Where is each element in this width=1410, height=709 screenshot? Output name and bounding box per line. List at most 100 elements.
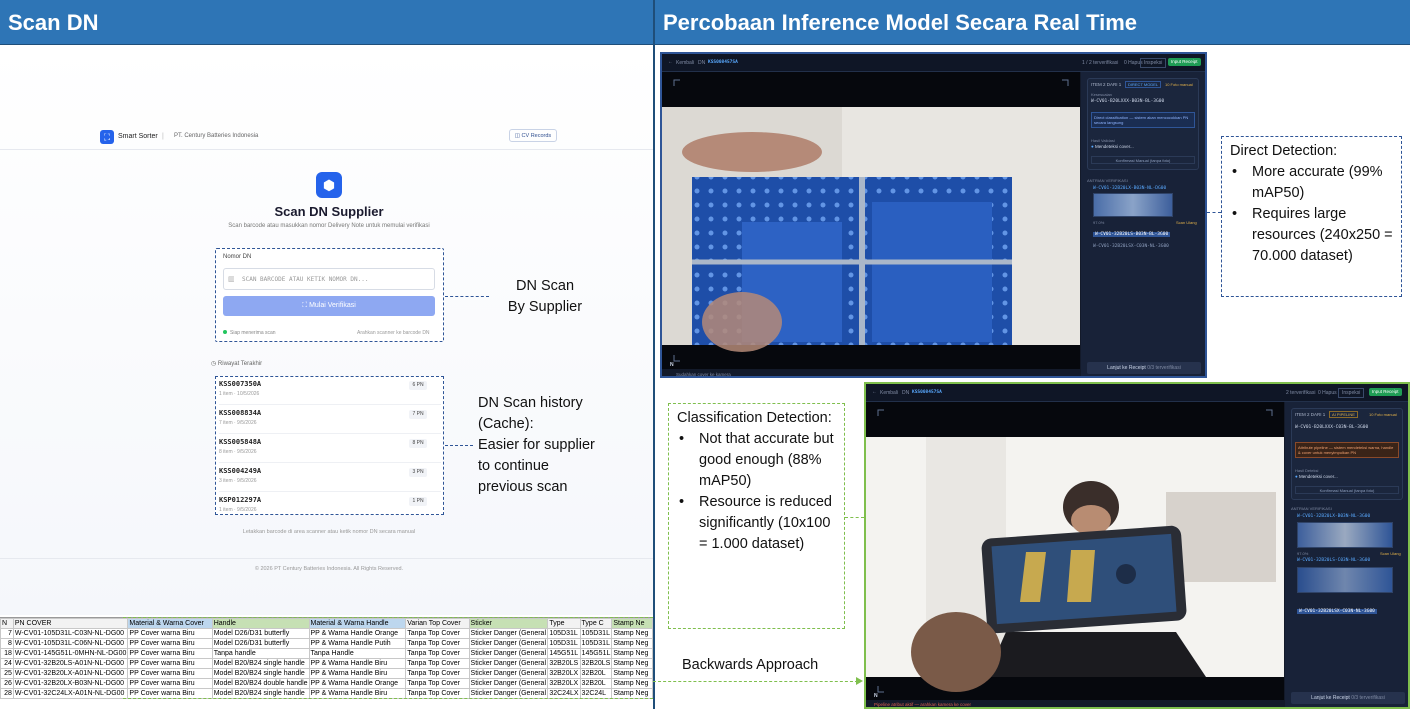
back-icon[interactable]: ← bbox=[872, 389, 877, 395]
sheet-cell[interactable]: 8 bbox=[0, 638, 14, 649]
shot2-continue-button[interactable]: Lanjut ke Receipt 0/3 terverifikasi bbox=[1291, 692, 1405, 704]
sheet-header-cell[interactable]: Handle bbox=[211, 618, 310, 629]
history-item[interactable]: KSS008834A 7 item · 9/5/2026 7 PN bbox=[219, 406, 441, 434]
sheet-cell[interactable]: PP Cover warna Biru bbox=[127, 638, 213, 649]
back-button[interactable]: Kembali bbox=[880, 390, 898, 396]
sheet-cell[interactable]: Stamp Neg bbox=[611, 678, 653, 689]
sheet-cell[interactable]: Sticker Danger (General bbox=[468, 658, 549, 669]
sheet-cell[interactable]: PP & Warna Handle Putih bbox=[308, 638, 407, 649]
sheet-header-cell[interactable]: N bbox=[0, 618, 14, 629]
sheet-cell[interactable]: 24 bbox=[0, 658, 14, 669]
sheet-cell[interactable]: PP Cover warna Biru bbox=[127, 688, 213, 699]
sheet-cell[interactable]: Tanpa Top Cover bbox=[405, 668, 470, 679]
sheet-cell[interactable]: 105D31L bbox=[579, 638, 613, 649]
sheet-cell[interactable]: W-CV01-105D31L-C06N-NL-DG00 bbox=[12, 638, 129, 649]
sheet-cell[interactable]: Sticker Danger (General bbox=[468, 628, 549, 639]
sheet-cell[interactable]: Model B20/B24 single handle bbox=[211, 688, 310, 699]
sheet-cell[interactable]: W-CV01-145G51L-0MHN-NL-DG00 bbox=[12, 648, 129, 659]
sheet-cell[interactable]: 105D31L bbox=[547, 628, 581, 639]
sheet-cell[interactable]: Model B20/B24 double handle bbox=[211, 678, 310, 689]
sheet-cell[interactable]: 145G51L bbox=[579, 648, 613, 659]
history-item[interactable]: KSS007350A 1 item · 10/5/2026 6 PN bbox=[219, 377, 441, 405]
sheet-cell[interactable]: W-CV01-32B20LS-A01N-NL-DG00 bbox=[12, 658, 129, 669]
sheet-cell[interactable]: Sticker Danger (General bbox=[468, 668, 549, 679]
sheet-cell[interactable]: 32C24L bbox=[579, 688, 613, 699]
sheet-cell[interactable]: PP Cover warna Biru bbox=[127, 628, 213, 639]
sheet-cell[interactable]: PP Cover warna Biru bbox=[127, 678, 213, 689]
back-icon[interactable]: ← bbox=[668, 59, 673, 65]
sheet-cell[interactable]: 32B20L bbox=[579, 678, 613, 689]
sheet-header-cell[interactable]: Material & Warna Handle bbox=[308, 618, 407, 629]
sheet-cell[interactable]: Tanpa Top Cover bbox=[405, 628, 470, 639]
sheet-cell[interactable]: PP & Warna Handle Biru bbox=[308, 658, 407, 669]
input-receipt-button[interactable]: Input Receipt bbox=[1369, 388, 1402, 396]
sheet-cell[interactable]: Model B20/B24 single handle bbox=[211, 668, 310, 679]
sheet-header-cell[interactable]: Varian Top Cover bbox=[405, 618, 470, 629]
sheet-cell[interactable]: Model D26/D31 butterfly bbox=[211, 628, 310, 639]
sheet-header-cell[interactable]: Stamp Ne bbox=[611, 618, 653, 629]
sheet-cell[interactable]: Tanpa Handle bbox=[308, 648, 407, 659]
sheet-cell[interactable]: PP Cover warna Biru bbox=[127, 648, 213, 659]
sheet-header-cell[interactable]: Type bbox=[547, 618, 581, 629]
sheet-header-cell[interactable]: Material & Warna Cover bbox=[127, 618, 213, 629]
sheet-cell[interactable]: 26 bbox=[0, 678, 14, 689]
sheet-cell[interactable]: Tanpa Top Cover bbox=[405, 658, 470, 669]
sheet-cell[interactable]: Tanpa Top Cover bbox=[405, 688, 470, 699]
sheet-cell[interactable]: W-CV01-32C24LX-A01N-NL-DG00 bbox=[12, 688, 129, 699]
sheet-cell[interactable]: Sticker Danger (General bbox=[468, 638, 549, 649]
sheet-cell[interactable]: 32B20LX bbox=[547, 668, 581, 679]
sheet-cell[interactable]: 105D31L bbox=[579, 628, 613, 639]
sheet-cell[interactable]: Model D26/D31 butterfly bbox=[211, 638, 310, 649]
sheet-cell[interactable]: Tanpa handle bbox=[211, 648, 310, 659]
shot1-continue-button[interactable]: Lanjut ke Receipt 0/3 terverifikasi bbox=[1087, 362, 1201, 374]
sheet-cell[interactable]: Sticker Danger (General bbox=[468, 688, 549, 699]
sheet-header-cell[interactable]: PN COVER bbox=[12, 618, 129, 629]
sheet-header-cell[interactable]: Sticker bbox=[468, 618, 549, 629]
sheet-cell[interactable]: 18 bbox=[0, 648, 14, 659]
inspect-button[interactable]: Inspeksi bbox=[1140, 58, 1167, 68]
sheet-cell[interactable]: Stamp Neg bbox=[611, 688, 653, 699]
sheet-cell[interactable]: PP Cover warna Biru bbox=[127, 668, 213, 679]
sheet-cell[interactable]: 25 bbox=[0, 668, 14, 679]
sheet-cell[interactable]: Tanpa Top Cover bbox=[405, 678, 470, 689]
sheet-cell[interactable]: Model B20/B24 single handle bbox=[211, 658, 310, 669]
sheet-cell[interactable]: 145G51L bbox=[547, 648, 581, 659]
sheet-cell[interactable]: 105D31L bbox=[547, 638, 581, 649]
history-item[interactable]: KSS005848A 8 item · 9/5/2026 8 PN bbox=[219, 435, 441, 463]
sheet-cell[interactable]: Stamp Neg bbox=[611, 658, 653, 669]
sheet-cell[interactable]: PP Cover warna Biru bbox=[127, 658, 213, 669]
sheet-header-cell[interactable]: Type C bbox=[579, 618, 613, 629]
sheet-cell[interactable]: 32B20LS bbox=[579, 658, 613, 669]
sheet-cell[interactable]: 32B20LX bbox=[547, 678, 581, 689]
sheet-cell[interactable]: Tanpa Top Cover bbox=[405, 648, 470, 659]
sheet-cell[interactable]: W-CV01-105D31L-C03N-NL-DG00 bbox=[12, 628, 129, 639]
shot1-confirm-button[interactable]: Konfirmasi Manual (tanpa foto) bbox=[1091, 156, 1195, 164]
inspect-button[interactable]: Inspeksi bbox=[1338, 388, 1365, 398]
history-item[interactable]: KSP012297A 1 item · 9/5/2026 1 PN bbox=[219, 493, 441, 521]
sheet-cell[interactable]: 28 bbox=[0, 688, 14, 699]
sheet-cell[interactable]: PP & Warna Handle Orange bbox=[308, 628, 407, 639]
sheet-cell[interactable]: Sticker Danger (General bbox=[468, 678, 549, 689]
sheet-cell[interactable]: Tanpa Top Cover bbox=[405, 638, 470, 649]
cv-records-button[interactable]: ◫ CV Records bbox=[509, 129, 557, 142]
sheet-cell[interactable]: 32B20LS bbox=[547, 658, 581, 669]
start-verification-button[interactable]: ⛶ Mulai Verifikasi bbox=[223, 296, 435, 316]
sheet-cell[interactable]: Stamp Neg bbox=[611, 668, 653, 679]
sheet-cell[interactable]: Stamp Neg bbox=[611, 648, 653, 659]
sheet-cell[interactable]: Sticker Danger (General bbox=[468, 648, 549, 659]
sheet-cell[interactable]: 32C24LX bbox=[547, 688, 581, 699]
input-receipt-button[interactable]: Input Receipt bbox=[1168, 58, 1201, 66]
sheet-cell[interactable]: 7 bbox=[0, 628, 14, 639]
back-button[interactable]: Kembali bbox=[676, 60, 694, 66]
sheet-cell[interactable]: 32B20L bbox=[579, 668, 613, 679]
shot2-confirm-button[interactable]: Konfirmasi Manual (tanpa foto) bbox=[1295, 486, 1399, 494]
sheet-cell[interactable]: W-CV01-32B20LX-B03N-NL-DG00 bbox=[12, 678, 129, 689]
history-item[interactable]: KSS004249A 3 item · 9/5/2026 3 PN bbox=[219, 464, 441, 492]
sheet-cell[interactable]: W-CV01-32B20LX-A01N-NL-DG00 bbox=[12, 668, 129, 679]
sheet-cell[interactable]: PP & Warna Handle Biru bbox=[308, 668, 407, 679]
sheet-cell[interactable]: Stamp Neg bbox=[611, 628, 653, 639]
sheet-cell[interactable]: PP & Warna Handle Orange bbox=[308, 678, 407, 689]
sheet-cell[interactable]: PP & Warna Handle Biru bbox=[308, 688, 407, 699]
dn-input[interactable]: SCAN BARCODE ATAU KETIK NOMOR DN... bbox=[223, 268, 435, 290]
sheet-cell[interactable]: Stamp Neg bbox=[611, 638, 653, 649]
